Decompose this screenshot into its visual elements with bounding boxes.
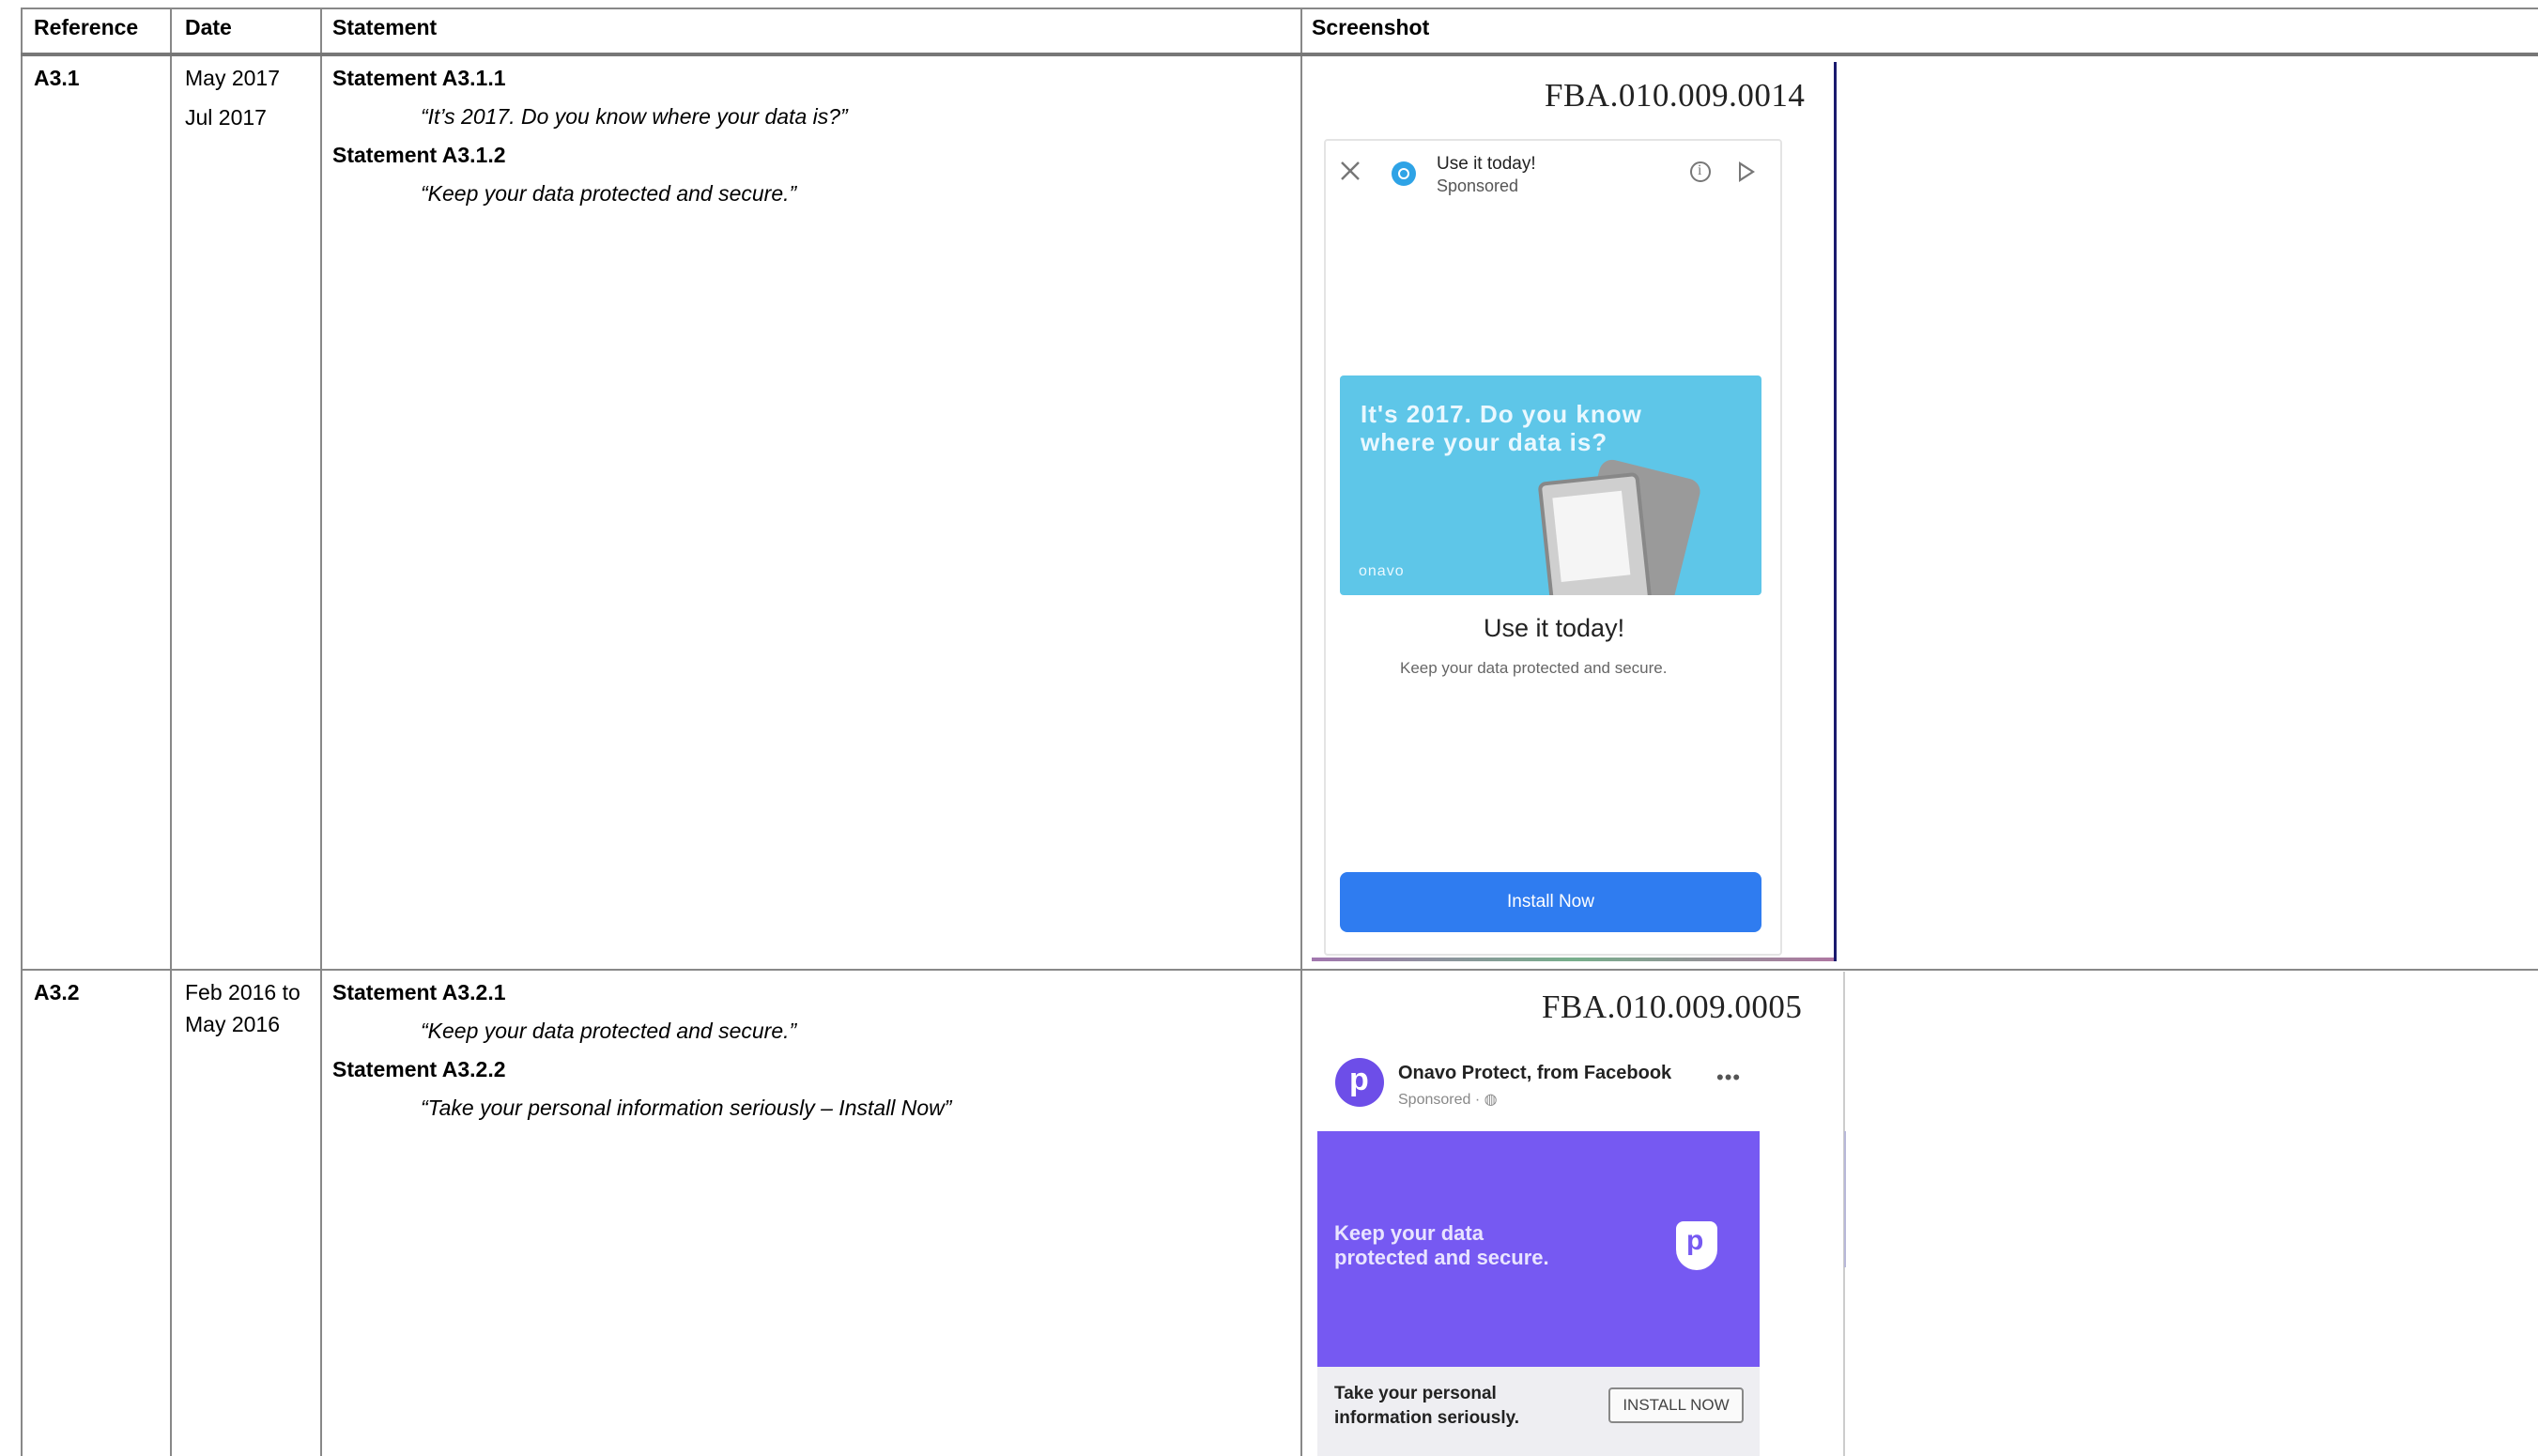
play-icon[interactable] <box>1739 161 1755 182</box>
header-statement: Statement <box>332 15 438 39</box>
document-id: FBA.010.009.0005 <box>1542 989 1803 1025</box>
onavo-protect-avatar-icon <box>1335 1058 1384 1107</box>
install-now-button[interactable]: INSTALL NOW <box>1608 1387 1744 1423</box>
document-page: Reference Date Statement Screenshot A3.1… <box>0 0 2538 1456</box>
header-screenshot: Screenshot <box>1312 15 1430 39</box>
banner-headline: It's 2017. Do you know where your data i… <box>1361 400 1642 456</box>
row-reference: A3.2 <box>34 980 80 1004</box>
table-left-border <box>21 8 23 1456</box>
ad-banner-image: Keep your data protected and secure. <box>1317 1131 1760 1367</box>
ad-banner-image: It's 2017. Do you know where your data i… <box>1340 375 1761 595</box>
statement-title: Statement A3.2.2 <box>332 1057 506 1081</box>
page-name[interactable]: Onavo Protect, from Facebook <box>1398 1063 1671 1084</box>
header-bottom-border <box>21 53 2538 56</box>
statement-quote: “Keep your data protected and secure.” <box>421 1019 797 1043</box>
statement-quote: “Take your personal information seriousl… <box>421 1096 952 1120</box>
sponsored-label: Sponsored · ◍ <box>1398 1092 1498 1108</box>
column-divider-date <box>170 8 172 1456</box>
ad-headline: Use it today! <box>1484 614 1625 642</box>
brand-logo: onavo <box>1359 563 1405 579</box>
scan-edge-bar <box>1312 958 1834 961</box>
row-date-end: May 2016 <box>185 1012 281 1036</box>
row-date-end: Jul 2017 <box>185 105 267 130</box>
phone-illustration-front <box>1537 471 1654 595</box>
table-top-border <box>21 8 2538 9</box>
document-id: FBA.010.009.0014 <box>1545 77 1806 114</box>
info-icon[interactable] <box>1690 161 1711 182</box>
statement-title: Statement A3.1.1 <box>332 66 506 90</box>
scan-edge-line <box>1844 1131 1846 1267</box>
row-date-start: Feb 2016 to <box>185 980 300 1004</box>
header-reference: Reference <box>34 15 139 39</box>
ad-footer-text: Take your personal information seriously… <box>1334 1384 1520 1428</box>
header-date: Date <box>185 15 232 39</box>
close-icon[interactable] <box>1339 160 1361 182</box>
shield-logo-icon <box>1676 1221 1717 1270</box>
ad-title: Use it today! <box>1437 154 1536 174</box>
row-date-start: May 2017 <box>185 66 281 90</box>
row-reference: A3.1 <box>34 66 80 90</box>
column-divider-screenshot <box>1300 8 1302 1456</box>
onavo-logo-icon <box>1392 161 1416 186</box>
install-now-button[interactable]: Install Now <box>1340 872 1761 932</box>
ad-sponsored: Sponsored <box>1437 176 1519 195</box>
statement-title: Statement A3.1.2 <box>332 143 506 167</box>
statement-title: Statement A3.2.1 <box>332 980 506 1004</box>
column-divider-statement <box>320 8 322 1456</box>
more-options-icon[interactable]: ••• <box>1716 1065 1741 1090</box>
statement-quote: “It’s 2017. Do you know where your data … <box>421 104 848 129</box>
ad-body: Keep your data protected and secure. <box>1400 659 1668 677</box>
row-divider <box>21 969 2538 971</box>
statement-quote: “Keep your data protected and secure.” <box>421 181 797 206</box>
banner-headline: Keep your data protected and secure. <box>1334 1221 1549 1269</box>
